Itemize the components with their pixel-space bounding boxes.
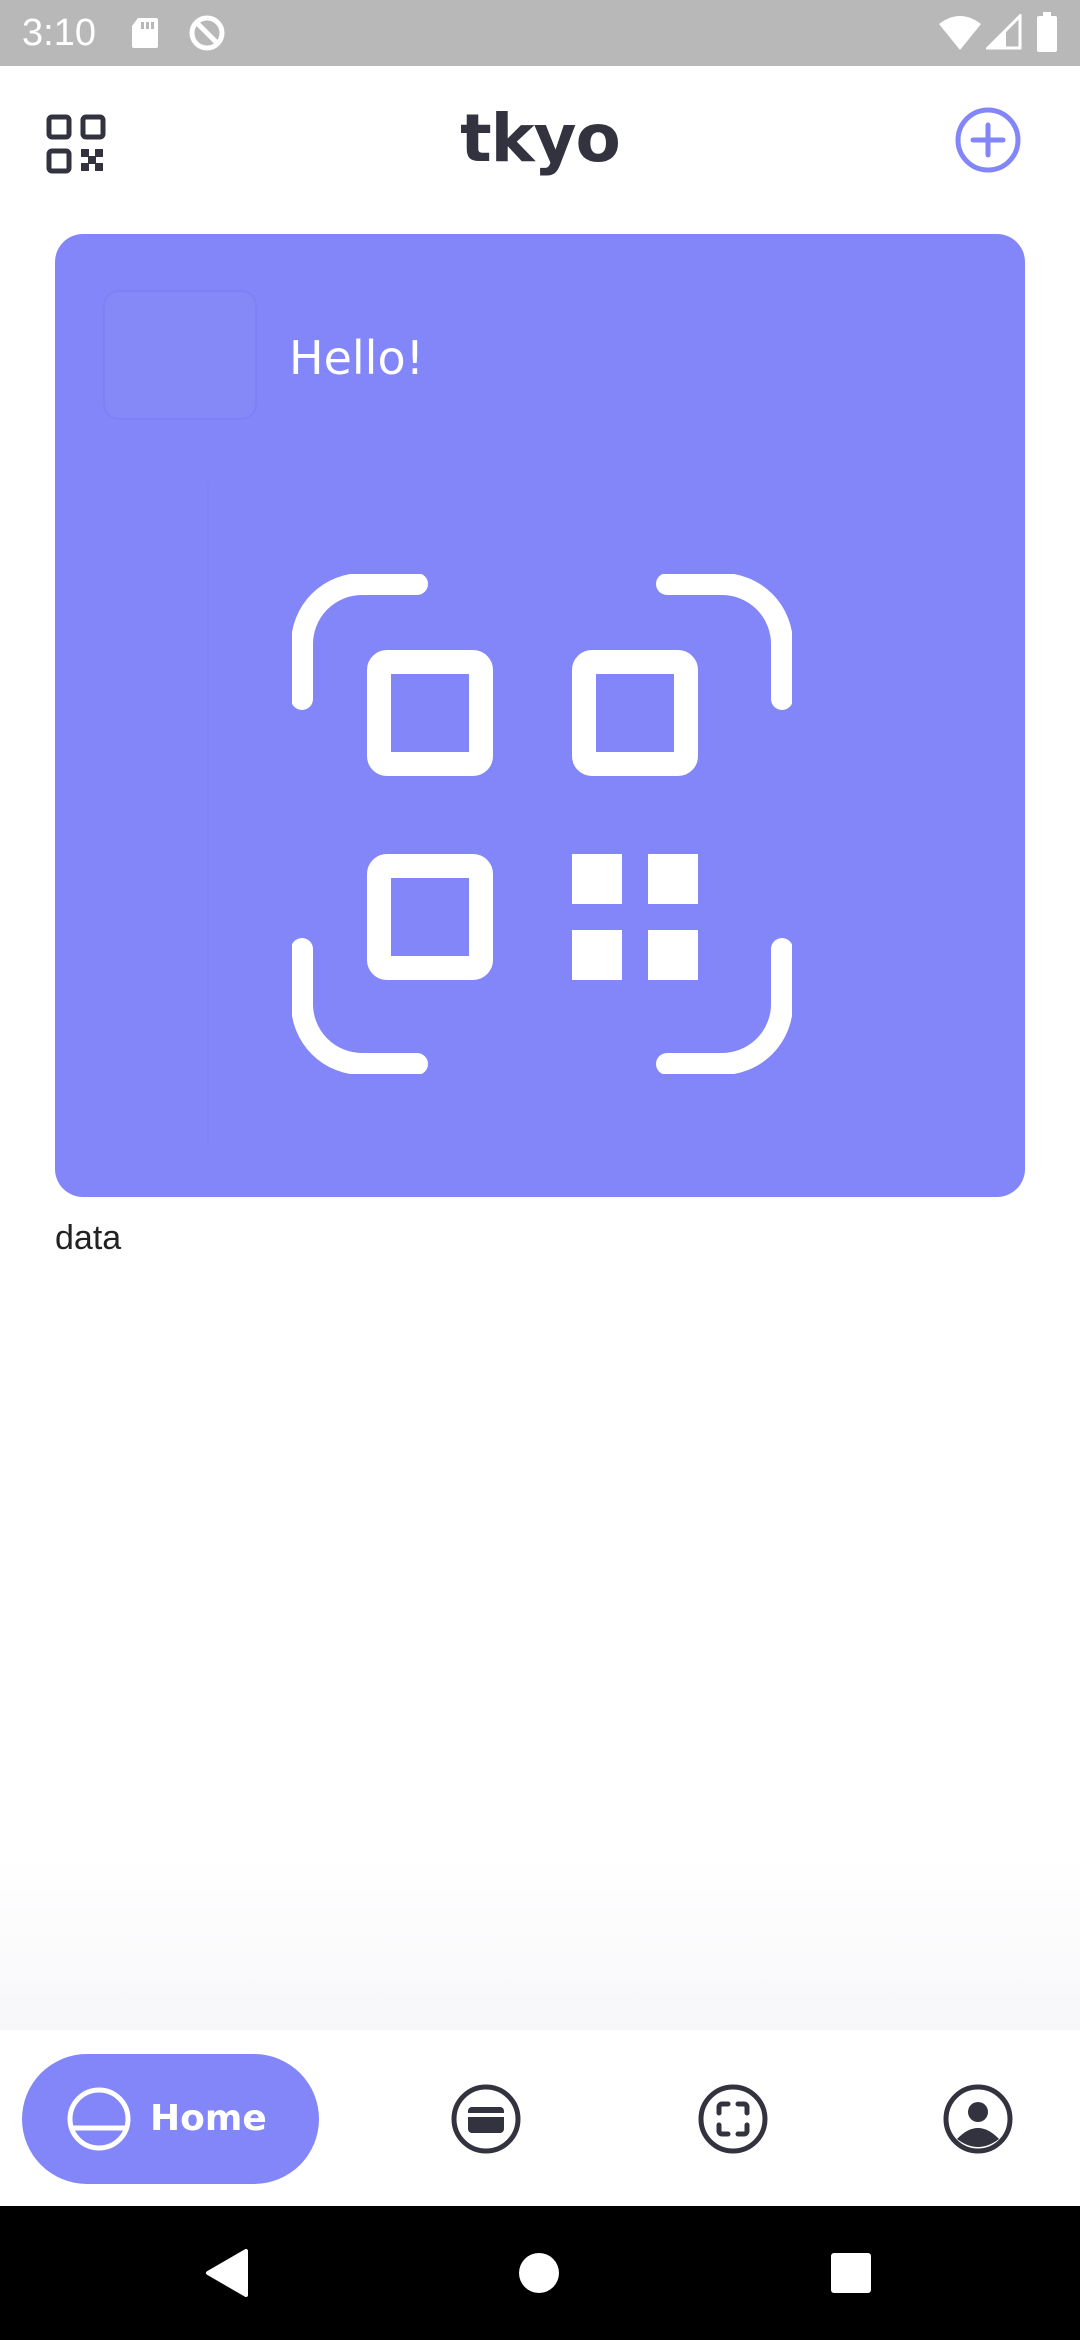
wallet-icon[interactable] xyxy=(450,2083,522,2155)
qr-card[interactable]: Hello! xyxy=(55,234,1025,1197)
status-time: 3:10 xyxy=(22,12,96,54)
card-avatar xyxy=(103,290,257,420)
add-circle-icon[interactable] xyxy=(954,106,1022,174)
card-caption: data xyxy=(55,1219,122,1257)
qr-scan-icon xyxy=(292,574,792,1074)
back-icon[interactable] xyxy=(204,2248,248,2298)
scan-icon[interactable] xyxy=(697,2083,769,2155)
bottom-nav: Home xyxy=(0,2030,1080,2206)
nav-home-label: Home xyxy=(150,2098,267,2139)
home-icon xyxy=(67,2087,131,2151)
signal-icon xyxy=(986,14,1022,50)
do-not-disturb-icon xyxy=(189,15,225,51)
profile-icon[interactable] xyxy=(942,2083,1014,2155)
status-bar: 3:10 xyxy=(0,0,1080,66)
system-nav-bar xyxy=(0,2206,1080,2340)
recents-icon[interactable] xyxy=(830,2252,872,2294)
card-greeting: Hello! xyxy=(289,331,425,385)
app-title: tkyo xyxy=(460,100,621,177)
wifi-icon xyxy=(939,16,981,50)
battery-icon xyxy=(1037,12,1057,52)
main-content: Hello! data xyxy=(0,216,1080,2030)
screen: 3:10 tkyo Hello! data Home xyxy=(0,0,1080,2340)
home-circle-icon[interactable] xyxy=(518,2252,560,2294)
app-header: tkyo xyxy=(0,66,1080,216)
nav-home-button[interactable]: Home xyxy=(22,2054,319,2184)
sd-card-icon xyxy=(132,18,158,48)
